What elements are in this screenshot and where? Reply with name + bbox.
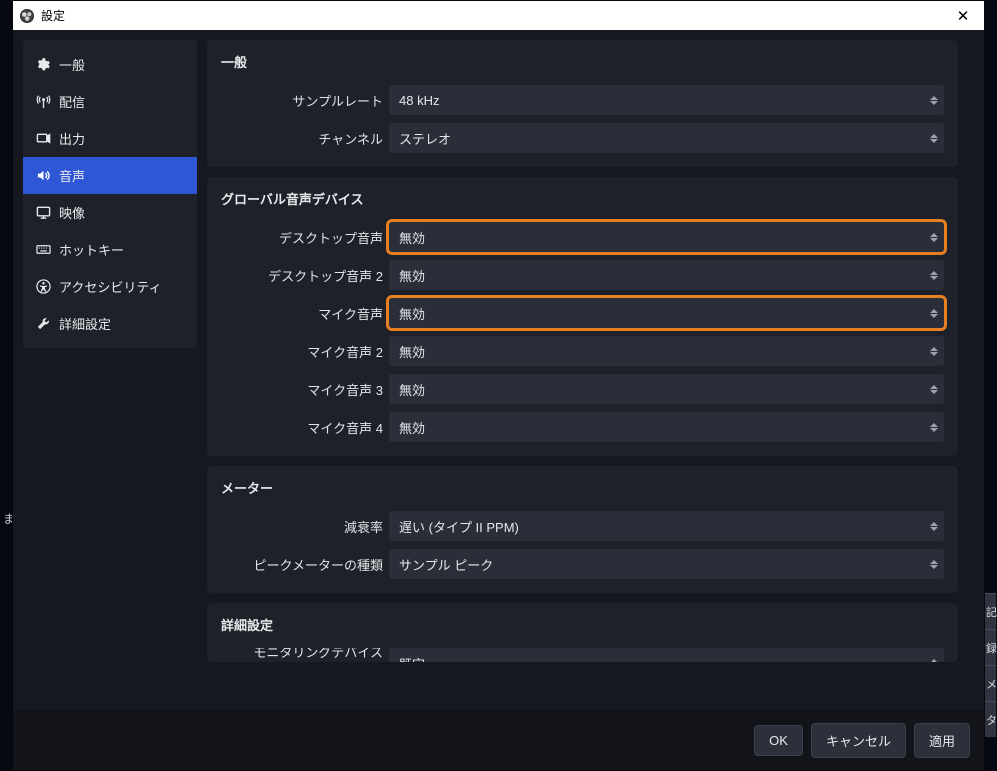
select-value: 無効: [399, 266, 425, 285]
panel-title: グローバル音声デバイス: [221, 189, 944, 208]
cancel-button[interactable]: キャンセル: [811, 723, 906, 758]
bg-peek-cell: 記: [984, 593, 996, 629]
select-channels[interactable]: ステレオ: [389, 123, 944, 153]
ok-button[interactable]: OK: [754, 725, 803, 756]
bg-peek-cell: メ: [984, 665, 996, 701]
spinner-icon: [926, 262, 942, 288]
panel-title: メーター: [221, 478, 944, 497]
select-mic-audio-2[interactable]: 無効: [389, 336, 944, 366]
tools-icon: [35, 316, 51, 332]
sidebar-item-audio[interactable]: 音声: [23, 157, 197, 194]
label-mic-audio-2: マイク音声 2: [221, 342, 389, 361]
sidebar-item-label: 配信: [59, 92, 85, 111]
spinner-icon: [926, 224, 942, 250]
label-mic-audio-3: マイク音声 3: [221, 380, 389, 399]
sidebar-item-label: 詳細設定: [59, 314, 111, 333]
label-mic-audio-4: マイク音声 4: [221, 418, 389, 437]
select-value: 遅い (タイプ II PPM): [399, 517, 519, 536]
titlebar: 設定 ✕: [13, 1, 984, 30]
label-monitoring-device: モニタリングデバイス: [221, 648, 389, 658]
app-icon: [19, 8, 35, 24]
select-monitoring-device[interactable]: 既定: [389, 648, 944, 662]
panel-meter: メーター 減衰率 遅い (タイプ II PPM) ピークメーターの種類: [207, 466, 958, 593]
bg-peek-cell: 録: [984, 629, 996, 665]
select-desktop-audio-2[interactable]: 無効: [389, 260, 944, 290]
settings-dialog: 設定 ✕ 一般 配信 出力: [12, 0, 985, 771]
dialog-footer: OK キャンセル 適用: [13, 710, 984, 770]
select-value: ステレオ: [399, 129, 451, 148]
spinner-icon: [926, 125, 942, 151]
antenna-icon: [35, 94, 51, 110]
spinner-icon: [926, 338, 942, 364]
select-value: 無効: [399, 418, 425, 437]
panel-audio-general: 一般 サンプルレート 48 kHz チャンネル: [207, 40, 958, 167]
label-mic-audio: マイク音声: [221, 304, 389, 323]
gear-icon: [35, 57, 51, 73]
sidebar-item-general[interactable]: 一般: [23, 46, 197, 83]
label-desktop-audio: デスクトップ音声: [221, 228, 389, 247]
sidebar: 一般 配信 出力 音声: [23, 40, 197, 348]
select-desktop-audio[interactable]: 無効: [389, 222, 944, 252]
spinner-icon: [926, 551, 942, 577]
sidebar-item-label: 音声: [59, 166, 85, 185]
label-decay-rate: 減衰率: [221, 517, 389, 536]
spinner-icon: [926, 414, 942, 440]
sidebar-item-label: 出力: [59, 129, 85, 148]
spinner-icon: [926, 300, 942, 326]
spinner-icon: [926, 87, 942, 113]
sidebar-item-label: ホットキー: [59, 240, 124, 259]
sidebar-item-stream[interactable]: 配信: [23, 83, 197, 120]
output-icon: [35, 131, 51, 147]
select-value: 無効: [399, 380, 425, 399]
select-sample-rate[interactable]: 48 kHz: [389, 85, 944, 115]
spinner-icon: [926, 513, 942, 539]
select-value: 無効: [399, 304, 425, 323]
sidebar-item-label: 映像: [59, 203, 85, 222]
select-decay-rate[interactable]: 遅い (タイプ II PPM): [389, 511, 944, 541]
select-value: 48 kHz: [399, 93, 439, 108]
sidebar-item-advanced[interactable]: 詳細設定: [23, 305, 197, 342]
background-window-peek: 記 録 メ タ: [983, 0, 997, 771]
select-value: 既定: [399, 654, 425, 663]
sidebar-item-label: アクセシビリティ: [59, 277, 162, 296]
spinner-icon: [926, 650, 942, 662]
window-title: 設定: [41, 7, 65, 24]
label-sample-rate: サンプルレート: [221, 91, 389, 110]
panel-advanced: 詳細設定 モニタリングデバイス 既定: [207, 603, 958, 662]
spinner-icon: [926, 376, 942, 402]
panel-title: 詳細設定: [221, 615, 944, 634]
panel-global-audio-devices: グローバル音声デバイス デスクトップ音声 無効 デスクトップ音声 2: [207, 177, 958, 456]
apply-button[interactable]: 適用: [914, 723, 970, 758]
label-peak-type: ピークメーターの種類: [221, 555, 389, 574]
select-mic-audio-3[interactable]: 無効: [389, 374, 944, 404]
bg-peek-cell: タ: [984, 701, 996, 737]
select-mic-audio-4[interactable]: 無効: [389, 412, 944, 442]
label-desktop-audio-2: デスクトップ音声 2: [221, 266, 389, 285]
accessibility-icon: [35, 279, 51, 295]
select-mic-audio[interactable]: 無効: [389, 298, 944, 328]
label-channels: チャンネル: [221, 129, 389, 148]
speaker-icon: [35, 168, 51, 184]
settings-panels[interactable]: 一般 サンプルレート 48 kHz チャンネル: [207, 40, 972, 670]
monitor-icon: [35, 205, 51, 221]
sidebar-item-output[interactable]: 出力: [23, 120, 197, 157]
sidebar-item-label: 一般: [59, 55, 85, 74]
close-button[interactable]: ✕: [950, 7, 976, 25]
sidebar-item-hotkeys[interactable]: ホットキー: [23, 231, 197, 268]
select-peak-type[interactable]: サンプル ピーク: [389, 549, 944, 579]
select-value: サンプル ピーク: [399, 555, 493, 574]
select-value: 無効: [399, 342, 425, 361]
keyboard-icon: [35, 242, 51, 258]
sidebar-item-accessibility[interactable]: アクセシビリティ: [23, 268, 197, 305]
select-value: 無効: [399, 228, 425, 247]
sidebar-item-video[interactable]: 映像: [23, 194, 197, 231]
panel-title: 一般: [221, 52, 944, 71]
